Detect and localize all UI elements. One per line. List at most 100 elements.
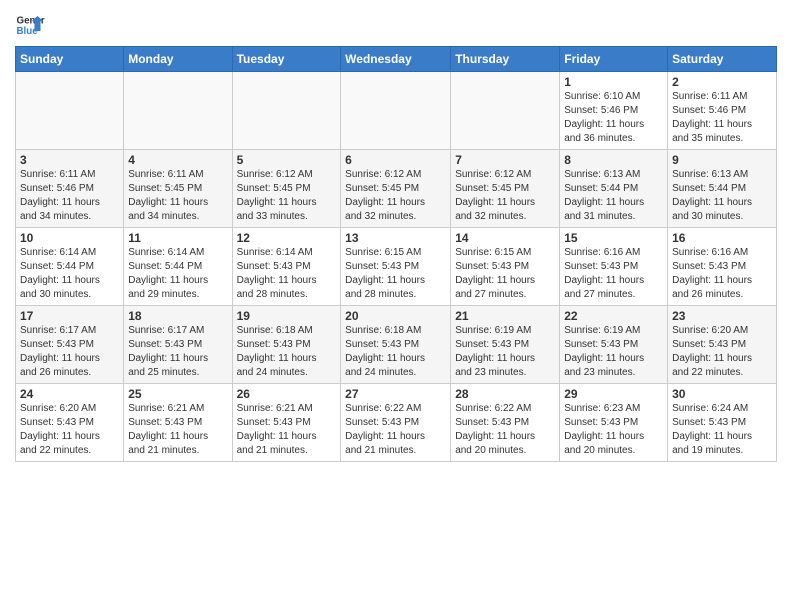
weekday-header-friday: Friday [560, 47, 668, 72]
day-number: 28 [455, 387, 555, 401]
day-number: 29 [564, 387, 663, 401]
day-number: 6 [345, 153, 446, 167]
day-number: 25 [128, 387, 227, 401]
calendar-cell: 3Sunrise: 6:11 AM Sunset: 5:46 PM Daylig… [16, 150, 124, 228]
calendar-cell [232, 72, 341, 150]
day-info: Sunrise: 6:19 AM Sunset: 5:43 PM Dayligh… [564, 324, 663, 380]
day-number: 16 [672, 231, 772, 245]
day-info: Sunrise: 6:16 AM Sunset: 5:43 PM Dayligh… [672, 246, 772, 302]
day-info: Sunrise: 6:23 AM Sunset: 5:43 PM Dayligh… [564, 402, 663, 458]
calendar-cell: 13Sunrise: 6:15 AM Sunset: 5:43 PM Dayli… [341, 228, 451, 306]
day-info: Sunrise: 6:17 AM Sunset: 5:43 PM Dayligh… [128, 324, 227, 380]
day-info: Sunrise: 6:17 AM Sunset: 5:43 PM Dayligh… [20, 324, 119, 380]
calendar-cell: 9Sunrise: 6:13 AM Sunset: 5:44 PM Daylig… [668, 150, 777, 228]
calendar-week-3: 10Sunrise: 6:14 AM Sunset: 5:44 PM Dayli… [16, 228, 777, 306]
day-info: Sunrise: 6:11 AM Sunset: 5:46 PM Dayligh… [20, 168, 119, 224]
weekday-header-tuesday: Tuesday [232, 47, 341, 72]
day-info: Sunrise: 6:12 AM Sunset: 5:45 PM Dayligh… [455, 168, 555, 224]
calendar-cell: 1Sunrise: 6:10 AM Sunset: 5:46 PM Daylig… [560, 72, 668, 150]
day-number: 12 [237, 231, 337, 245]
day-number: 4 [128, 153, 227, 167]
day-number: 10 [20, 231, 119, 245]
calendar-cell: 30Sunrise: 6:24 AM Sunset: 5:43 PM Dayli… [668, 384, 777, 462]
day-info: Sunrise: 6:15 AM Sunset: 5:43 PM Dayligh… [345, 246, 446, 302]
day-number: 21 [455, 309, 555, 323]
day-info: Sunrise: 6:14 AM Sunset: 5:44 PM Dayligh… [128, 246, 227, 302]
day-number: 19 [237, 309, 337, 323]
day-info: Sunrise: 6:20 AM Sunset: 5:43 PM Dayligh… [20, 402, 119, 458]
day-number: 15 [564, 231, 663, 245]
day-info: Sunrise: 6:21 AM Sunset: 5:43 PM Dayligh… [128, 402, 227, 458]
day-info: Sunrise: 6:11 AM Sunset: 5:45 PM Dayligh… [128, 168, 227, 224]
day-info: Sunrise: 6:16 AM Sunset: 5:43 PM Dayligh… [564, 246, 663, 302]
calendar-week-1: 1Sunrise: 6:10 AM Sunset: 5:46 PM Daylig… [16, 72, 777, 150]
day-number: 27 [345, 387, 446, 401]
calendar-cell: 4Sunrise: 6:11 AM Sunset: 5:45 PM Daylig… [124, 150, 232, 228]
day-info: Sunrise: 6:14 AM Sunset: 5:44 PM Dayligh… [20, 246, 119, 302]
calendar-cell: 17Sunrise: 6:17 AM Sunset: 5:43 PM Dayli… [16, 306, 124, 384]
weekday-header-saturday: Saturday [668, 47, 777, 72]
calendar-cell: 16Sunrise: 6:16 AM Sunset: 5:43 PM Dayli… [668, 228, 777, 306]
day-number: 24 [20, 387, 119, 401]
calendar-cell: 18Sunrise: 6:17 AM Sunset: 5:43 PM Dayli… [124, 306, 232, 384]
day-info: Sunrise: 6:13 AM Sunset: 5:44 PM Dayligh… [672, 168, 772, 224]
day-number: 17 [20, 309, 119, 323]
calendar-cell [451, 72, 560, 150]
weekday-header-monday: Monday [124, 47, 232, 72]
calendar-cell [341, 72, 451, 150]
calendar-body: 1Sunrise: 6:10 AM Sunset: 5:46 PM Daylig… [16, 72, 777, 462]
weekday-header-wednesday: Wednesday [341, 47, 451, 72]
page-header: General Blue [15, 10, 777, 40]
logo: General Blue [15, 10, 45, 40]
day-number: 26 [237, 387, 337, 401]
calendar-cell: 26Sunrise: 6:21 AM Sunset: 5:43 PM Dayli… [232, 384, 341, 462]
calendar-cell: 19Sunrise: 6:18 AM Sunset: 5:43 PM Dayli… [232, 306, 341, 384]
calendar-cell: 20Sunrise: 6:18 AM Sunset: 5:43 PM Dayli… [341, 306, 451, 384]
day-info: Sunrise: 6:20 AM Sunset: 5:43 PM Dayligh… [672, 324, 772, 380]
day-number: 13 [345, 231, 446, 245]
day-number: 22 [564, 309, 663, 323]
day-info: Sunrise: 6:22 AM Sunset: 5:43 PM Dayligh… [455, 402, 555, 458]
calendar-cell: 2Sunrise: 6:11 AM Sunset: 5:46 PM Daylig… [668, 72, 777, 150]
day-info: Sunrise: 6:21 AM Sunset: 5:43 PM Dayligh… [237, 402, 337, 458]
day-number: 2 [672, 75, 772, 89]
day-info: Sunrise: 6:22 AM Sunset: 5:43 PM Dayligh… [345, 402, 446, 458]
calendar-cell: 21Sunrise: 6:19 AM Sunset: 5:43 PM Dayli… [451, 306, 560, 384]
calendar-cell: 25Sunrise: 6:21 AM Sunset: 5:43 PM Dayli… [124, 384, 232, 462]
day-number: 11 [128, 231, 227, 245]
calendar-cell: 15Sunrise: 6:16 AM Sunset: 5:43 PM Dayli… [560, 228, 668, 306]
calendar-header-row: SundayMondayTuesdayWednesdayThursdayFrid… [16, 47, 777, 72]
calendar-cell: 29Sunrise: 6:23 AM Sunset: 5:43 PM Dayli… [560, 384, 668, 462]
day-number: 20 [345, 309, 446, 323]
calendar-cell: 22Sunrise: 6:19 AM Sunset: 5:43 PM Dayli… [560, 306, 668, 384]
day-number: 23 [672, 309, 772, 323]
day-info: Sunrise: 6:18 AM Sunset: 5:43 PM Dayligh… [345, 324, 446, 380]
day-number: 5 [237, 153, 337, 167]
calendar-week-4: 17Sunrise: 6:17 AM Sunset: 5:43 PM Dayli… [16, 306, 777, 384]
calendar-cell: 23Sunrise: 6:20 AM Sunset: 5:43 PM Dayli… [668, 306, 777, 384]
calendar-cell: 10Sunrise: 6:14 AM Sunset: 5:44 PM Dayli… [16, 228, 124, 306]
day-info: Sunrise: 6:11 AM Sunset: 5:46 PM Dayligh… [672, 90, 772, 146]
day-info: Sunrise: 6:14 AM Sunset: 5:43 PM Dayligh… [237, 246, 337, 302]
day-info: Sunrise: 6:12 AM Sunset: 5:45 PM Dayligh… [345, 168, 446, 224]
calendar-cell: 11Sunrise: 6:14 AM Sunset: 5:44 PM Dayli… [124, 228, 232, 306]
weekday-header-sunday: Sunday [16, 47, 124, 72]
calendar-week-2: 3Sunrise: 6:11 AM Sunset: 5:46 PM Daylig… [16, 150, 777, 228]
day-number: 7 [455, 153, 555, 167]
logo-icon: General Blue [15, 10, 45, 40]
day-number: 9 [672, 153, 772, 167]
calendar-cell: 27Sunrise: 6:22 AM Sunset: 5:43 PM Dayli… [341, 384, 451, 462]
calendar-cell: 6Sunrise: 6:12 AM Sunset: 5:45 PM Daylig… [341, 150, 451, 228]
day-info: Sunrise: 6:19 AM Sunset: 5:43 PM Dayligh… [455, 324, 555, 380]
day-number: 18 [128, 309, 227, 323]
day-info: Sunrise: 6:15 AM Sunset: 5:43 PM Dayligh… [455, 246, 555, 302]
calendar-cell: 28Sunrise: 6:22 AM Sunset: 5:43 PM Dayli… [451, 384, 560, 462]
calendar-cell: 12Sunrise: 6:14 AM Sunset: 5:43 PM Dayli… [232, 228, 341, 306]
calendar-cell: 5Sunrise: 6:12 AM Sunset: 5:45 PM Daylig… [232, 150, 341, 228]
day-number: 30 [672, 387, 772, 401]
day-number: 8 [564, 153, 663, 167]
calendar-cell [16, 72, 124, 150]
calendar-table: SundayMondayTuesdayWednesdayThursdayFrid… [15, 46, 777, 462]
day-number: 14 [455, 231, 555, 245]
day-info: Sunrise: 6:24 AM Sunset: 5:43 PM Dayligh… [672, 402, 772, 458]
